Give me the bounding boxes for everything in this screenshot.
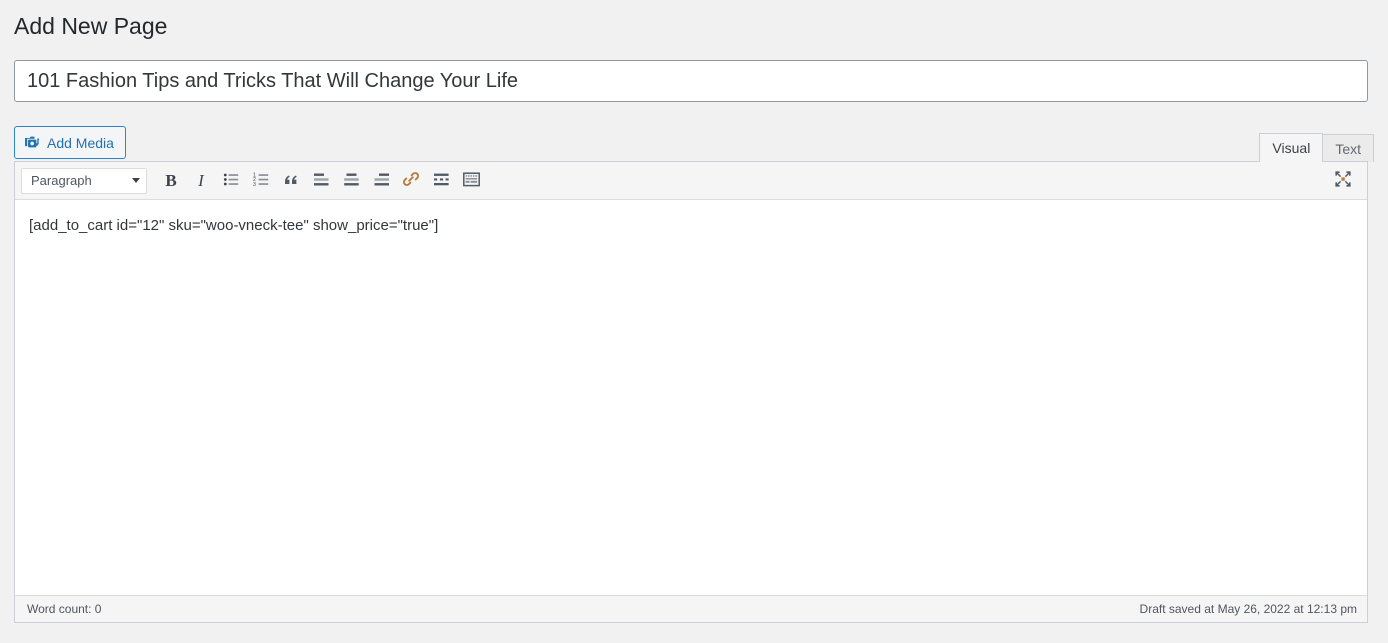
keyboard-toolbar-toggle-icon [462, 171, 480, 190]
align-center-icon [343, 172, 360, 190]
page-title: Add New Page [14, 13, 168, 39]
bold-button[interactable]: B [156, 167, 186, 195]
bulleted-list-icon [223, 171, 240, 191]
numbered-list-button[interactable]: 1 2 3 [246, 167, 276, 195]
bulleted-list-button[interactable] [216, 167, 246, 195]
align-left-button[interactable] [306, 167, 336, 195]
align-center-button[interactable] [336, 167, 366, 195]
italic-button[interactable]: I [186, 167, 216, 195]
italic-icon: I [198, 170, 204, 190]
editor-content-text: [add_to_cart id="12" sku="woo-vneck-tee"… [29, 217, 439, 234]
word-count: Word count: 0 [27, 602, 102, 616]
link-icon [402, 170, 420, 191]
content-editor: Paragraph B I 1 2 3 [add_to_cart id="12"… [14, 161, 1368, 623]
fullscreen-expand-icon [1334, 170, 1352, 193]
media-buttons-row: Add Media [14, 126, 1368, 161]
editor-toolbar: Paragraph B I 1 2 3 [15, 162, 1367, 200]
tab-text-label: Text [1335, 140, 1361, 157]
format-select[interactable]: Paragraph [21, 167, 147, 194]
post-title-field-wrapper [14, 60, 1368, 102]
bold-icon: B [165, 170, 177, 190]
blockquote-icon [283, 171, 300, 191]
align-left-icon [313, 172, 330, 190]
svg-text:3: 3 [253, 182, 256, 188]
format-select-value: Paragraph [31, 173, 92, 188]
editor-content-area[interactable]: [add_to_cart id="12" sku="woo-vneck-tee"… [15, 200, 1367, 595]
draft-saved-status: Draft saved at May 26, 2022 at 12:13 pm [1139, 602, 1357, 616]
media-camera-music-icon [23, 134, 41, 152]
wordpress-add-new-page-screen: Add New Page Add Media Visual Text [0, 0, 1388, 643]
tab-visual-label: Visual [1272, 140, 1311, 156]
blockquote-button[interactable] [276, 167, 306, 195]
editor-mode-tabs: Visual Text [1259, 133, 1374, 162]
distraction-free-button[interactable] [1329, 167, 1357, 195]
numbered-list-icon: 1 2 3 [253, 171, 270, 191]
chevron-down-icon [132, 178, 140, 183]
add-media-label: Add Media [47, 134, 114, 151]
read-more-icon [433, 172, 450, 190]
insert-link-button[interactable] [396, 167, 426, 195]
tab-visual[interactable]: Visual [1259, 133, 1324, 162]
toolbar-toggle-button[interactable] [456, 167, 486, 195]
add-media-button[interactable]: Add Media [14, 126, 126, 159]
read-more-button[interactable] [426, 167, 456, 195]
editor-status-bar: Word count: 0 Draft saved at May 26, 202… [15, 595, 1367, 622]
post-title-input[interactable] [14, 60, 1368, 102]
tab-text[interactable]: Text [1322, 134, 1374, 162]
align-right-icon [373, 172, 390, 190]
align-right-button[interactable] [366, 167, 396, 195]
